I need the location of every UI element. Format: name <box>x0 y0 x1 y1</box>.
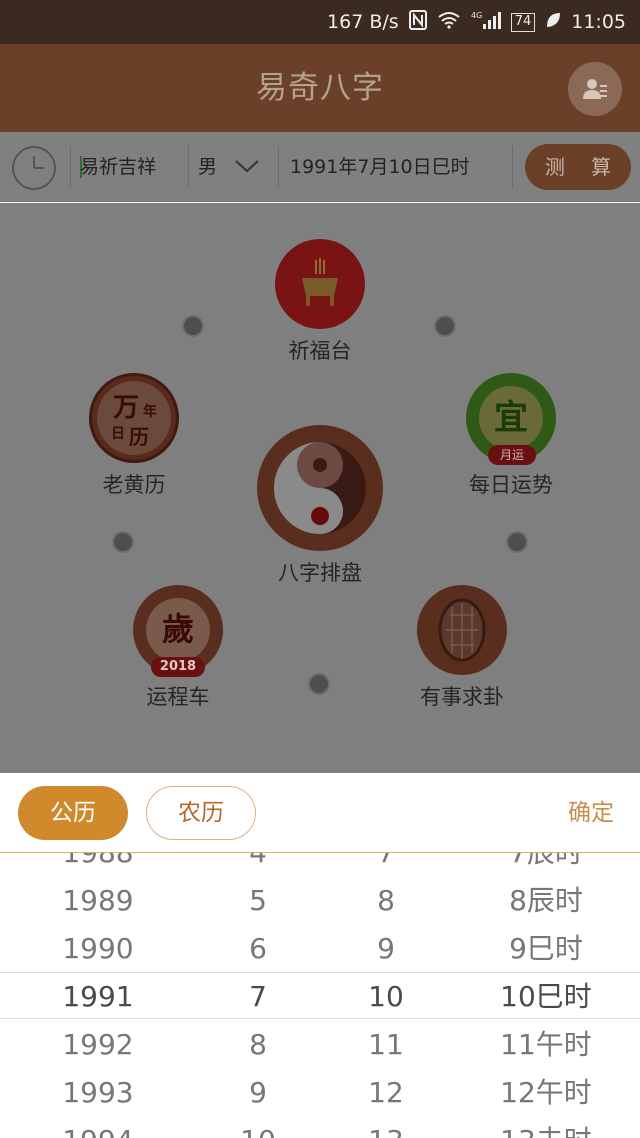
tab-solar-calendar[interactable]: 公历 <box>18 786 128 840</box>
feature-fortune-car[interactable]: 歲 2018 运程车 <box>118 585 238 711</box>
calculate-button[interactable]: 测 算 <box>525 144 631 190</box>
decor-dot <box>182 315 204 337</box>
decor-dot <box>112 531 134 553</box>
divider <box>70 146 71 188</box>
picker-option[interactable]: 13未时 <box>466 1117 626 1138</box>
picker-wheel[interactable]: 1988198919901991199219931994 45678910 78… <box>0 853 640 1138</box>
picker-option[interactable]: 13 <box>306 1117 466 1138</box>
feature-label: 有事求卦 <box>420 685 504 709</box>
name-input[interactable]: 易祈吉祥 <box>80 132 185 202</box>
picker-option[interactable]: 1990 <box>18 925 178 973</box>
gender-select[interactable]: 男 <box>198 132 217 202</box>
feature-daily-fortune[interactable]: 宜 月运 每日运势 <box>446 373 576 499</box>
confirm-button[interactable]: 确定 <box>568 786 614 840</box>
picker-option[interactable]: 7 <box>306 853 466 877</box>
picker-option[interactable]: 1991 <box>18 973 178 1021</box>
feature-wheel: 祈福台 万 年 日 历 老黄历 宜 月运 每日运势 八字排盘 歲 2018 运程… <box>0 203 640 773</box>
app-header: 易奇八字 <box>0 44 640 132</box>
network-speed: 167 B/s <box>327 11 399 33</box>
svg-text:4G: 4G <box>471 11 482 20</box>
divider <box>278 146 279 188</box>
almanac-icon: 万 年 日 历 <box>89 373 179 463</box>
feature-label: 八字排盘 <box>278 561 362 585</box>
picker-option[interactable]: 1993 <box>18 1069 178 1117</box>
feature-prayer[interactable]: 祈福台 <box>258 239 382 365</box>
incense-burner-icon <box>275 239 365 329</box>
query-bar: 易祈吉祥 男 1991年7月10日巳时 测 算 <box>0 132 640 202</box>
battery-indicator: 74 <box>510 12 536 32</box>
picker-option[interactable]: 8 <box>306 877 466 925</box>
feature-label: 每日运势 <box>469 473 553 497</box>
picker-option[interactable]: 9 <box>306 925 466 973</box>
picker-option[interactable]: 10 <box>306 973 466 1021</box>
yin-yang-icon <box>257 425 383 551</box>
picker-option[interactable]: 1988 <box>18 853 178 877</box>
decor-dot <box>308 673 330 695</box>
wifi-icon <box>437 11 461 33</box>
nfc-icon <box>408 10 427 34</box>
picker-option[interactable]: 1989 <box>18 877 178 925</box>
fortune-car-icon: 歲 2018 <box>133 585 223 677</box>
daily-fortune-icon: 宜 月运 <box>466 373 556 465</box>
year-column[interactable]: 1988198919901991199219931994 <box>18 853 178 1138</box>
decor-dot <box>434 315 456 337</box>
status-bar: 167 B/s 4G 74 11:05 <box>0 0 640 44</box>
picker-toolbar: 公历 农历 确定 <box>0 773 640 853</box>
tab-lunar-calendar[interactable]: 农历 <box>146 786 256 840</box>
day-column[interactable]: 78910111213 <box>306 853 466 1138</box>
user-profile-button[interactable] <box>568 62 622 116</box>
picker-option[interactable]: 8辰时 <box>466 877 626 925</box>
picker-option[interactable]: 1994 <box>18 1117 178 1138</box>
picker-option[interactable]: 12 <box>306 1069 466 1117</box>
feature-bazi[interactable]: 八字排盘 <box>250 425 390 587</box>
birth-date-field[interactable]: 1991年7月10日巳时 <box>290 132 470 202</box>
user-list-icon <box>583 79 607 99</box>
picker-option[interactable]: 12午时 <box>466 1069 626 1117</box>
date-picker-sheet: 公历 农历 确定 1988198919901991199219931994 45… <box>0 773 640 1138</box>
feature-divination[interactable]: 有事求卦 <box>402 585 522 711</box>
feature-label: 老黄历 <box>102 473 166 497</box>
picker-option[interactable]: 11午时 <box>466 1021 626 1069</box>
signal-icon: 4G <box>471 10 501 34</box>
leaf-icon <box>545 11 561 33</box>
feature-label: 祈福台 <box>288 339 352 363</box>
divider <box>512 146 513 188</box>
picker-option[interactable]: 11 <box>306 1021 466 1069</box>
decor-dot <box>506 531 528 553</box>
divider <box>188 146 189 188</box>
chevron-down-icon[interactable] <box>234 158 260 174</box>
feature-almanac[interactable]: 万 年 日 历 老黄历 <box>74 373 194 499</box>
picker-option[interactable]: 1992 <box>18 1021 178 1069</box>
monthly-badge: 月运 <box>488 445 536 465</box>
picker-option[interactable]: 9巳时 <box>466 925 626 973</box>
clock-time: 11:05 <box>571 11 626 33</box>
picker-option[interactable]: 7辰时 <box>466 853 626 877</box>
year-badge: 2018 <box>151 657 205 677</box>
hour-column[interactable]: 7辰时8辰时9巳时10巳时11午时12午时13未时 <box>466 853 626 1138</box>
page-title: 易奇八字 <box>256 70 384 106</box>
picker-option[interactable]: 10巳时 <box>466 973 626 1021</box>
clock-icon[interactable] <box>12 146 56 190</box>
turtle-shell-icon <box>417 585 507 675</box>
feature-label: 运程车 <box>146 685 210 709</box>
